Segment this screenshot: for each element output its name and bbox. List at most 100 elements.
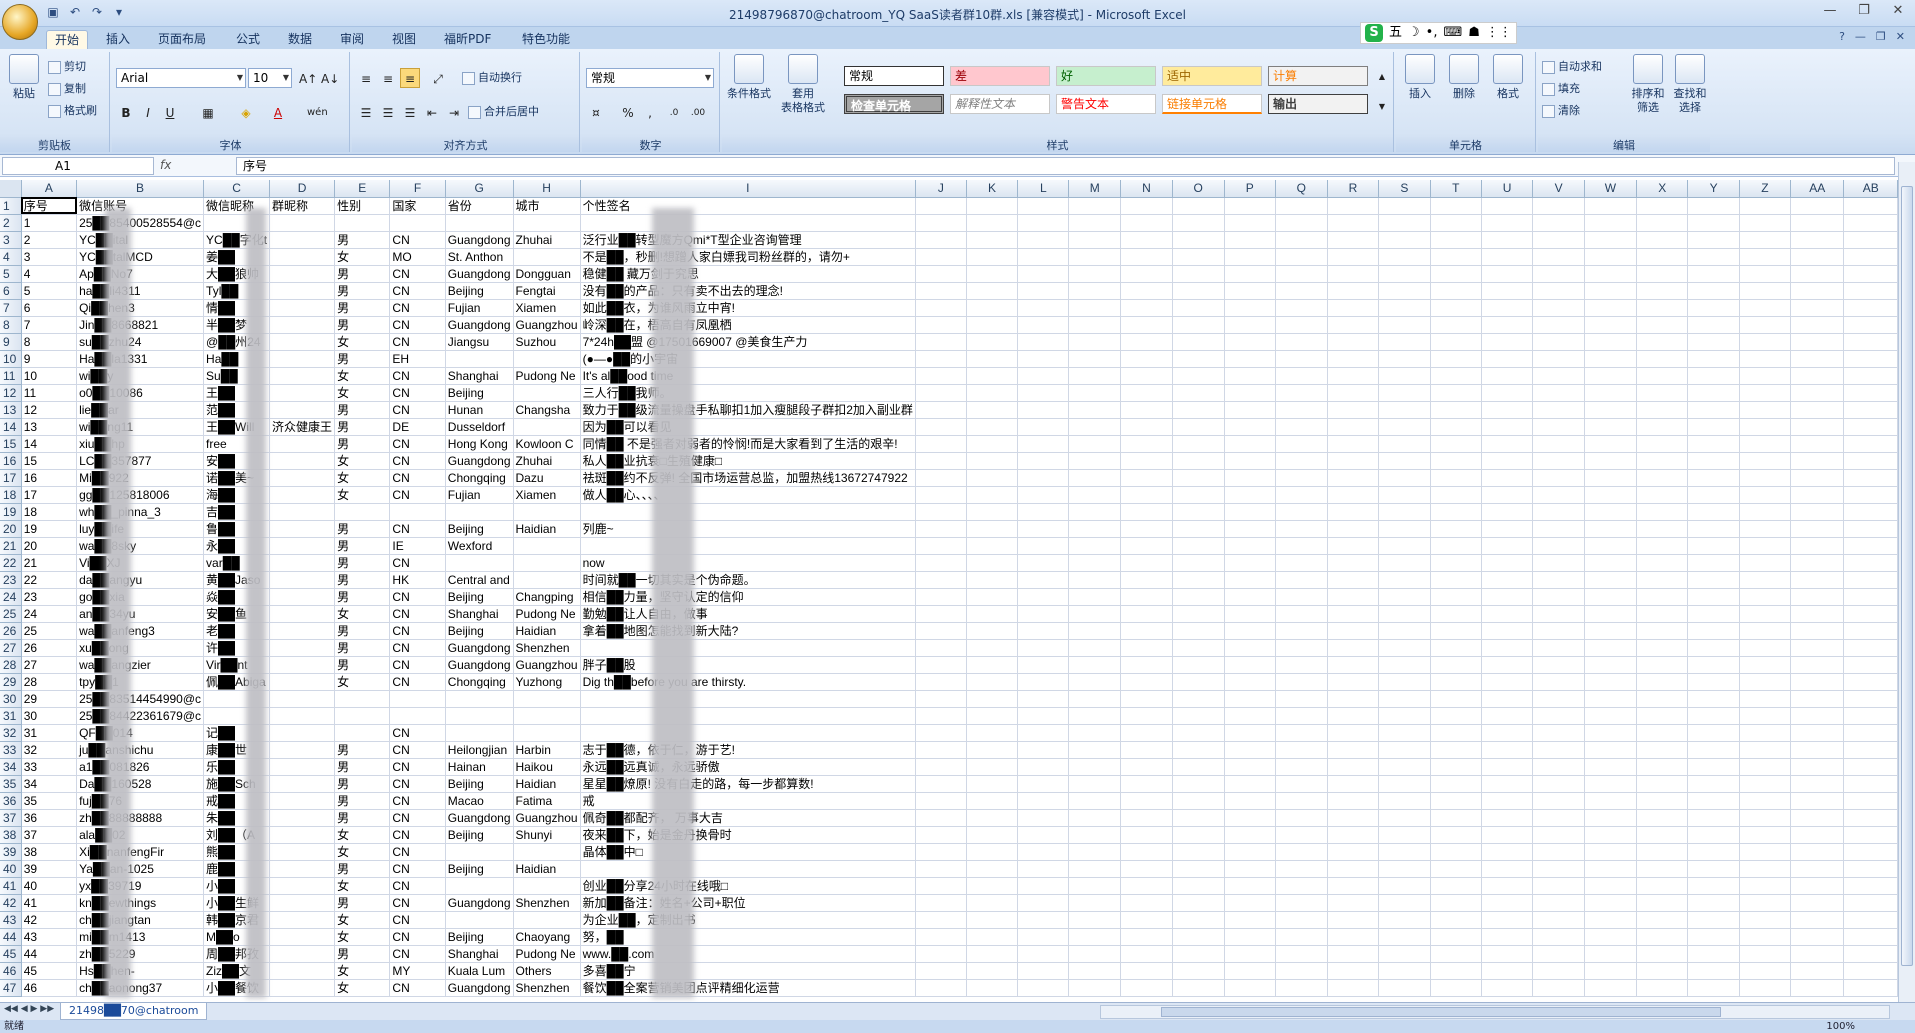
cell[interactable]: 女 [334,962,391,980]
cell[interactable] [1584,299,1638,317]
cell[interactable] [1068,622,1122,640]
cell[interactable]: 时间就██一切其实是个伪命题。 [580,571,916,589]
cell[interactable] [1275,435,1328,453]
cell[interactable] [1687,894,1740,912]
cell[interactable] [915,962,967,980]
cell[interactable] [1017,673,1070,691]
cell[interactable] [1843,384,1898,402]
cell[interactable] [1068,962,1122,980]
cell[interactable] [1068,724,1122,742]
cell[interactable] [966,367,1019,385]
styles-more-icon[interactable]: ▼ [1372,96,1392,116]
cell[interactable] [1739,588,1792,606]
cell[interactable] [1275,367,1328,385]
cell[interactable] [1584,248,1638,266]
ime-punct-icon[interactable]: •, [1426,24,1438,42]
cell[interactable]: 新加██备注：姓名+公司+职位 [580,894,916,912]
cell[interactable] [1532,503,1585,521]
conditional-format-button[interactable]: 条件格式 [726,54,772,101]
cell[interactable]: wh██_pinna_3 [76,503,205,521]
cell[interactable]: 31 [21,724,78,742]
cell[interactable] [1378,384,1431,402]
cell[interactable] [269,622,336,640]
cell[interactable] [1224,384,1276,402]
cell[interactable] [915,265,967,283]
cell[interactable] [1378,265,1431,283]
cell[interactable]: 29 [21,690,78,708]
row-header[interactable]: 16 [0,452,22,470]
cell[interactable] [1120,843,1173,861]
row-header[interactable]: 26 [0,622,22,640]
cell[interactable] [1843,979,1898,997]
align-center-icon[interactable]: ☰ [378,102,398,122]
cell[interactable]: Jin██8668821 [76,316,205,334]
cell[interactable] [966,673,1019,691]
cell[interactable] [1068,333,1122,351]
decrease-indent-icon[interactable]: ⇤ [422,102,442,122]
cell[interactable] [1481,945,1534,963]
cell[interactable] [1017,197,1070,215]
cell[interactable] [1430,792,1482,810]
cell[interactable] [1532,622,1585,640]
cell[interactable] [1172,231,1225,249]
cell[interactable] [966,758,1019,776]
cell[interactable]: CN [389,435,446,453]
cell[interactable] [1172,843,1225,861]
cell[interactable] [1843,673,1898,691]
cell[interactable] [966,520,1019,538]
row-header[interactable]: 29 [0,673,22,691]
cell[interactable] [1068,418,1122,436]
tab-home[interactable]: 开始 [46,30,89,49]
cell[interactable] [1636,197,1689,215]
clear-button[interactable]: 清除 [1542,102,1580,120]
cell[interactable]: CN [389,741,446,759]
cell[interactable]: 女 [334,367,391,385]
row-header[interactable]: 6 [0,282,22,300]
cell[interactable] [1636,911,1689,929]
cell[interactable] [915,911,967,929]
cell[interactable] [580,503,916,521]
cell[interactable] [1327,367,1380,385]
cell[interactable] [1017,299,1070,317]
cell[interactable] [269,639,336,657]
cell[interactable] [1120,911,1173,929]
cell[interactable] [1327,945,1380,963]
cell[interactable] [1172,537,1225,555]
cell[interactable] [1739,758,1792,776]
cell[interactable] [1068,945,1122,963]
cell[interactable] [269,605,336,623]
cell[interactable] [1017,214,1070,232]
cell[interactable] [1687,571,1740,589]
cell[interactable] [269,860,336,878]
cell[interactable]: da██angyu [76,571,205,589]
cell[interactable] [966,741,1019,759]
cell[interactable] [1687,214,1740,232]
column-header[interactable]: R [1327,180,1380,198]
cell[interactable] [1532,333,1585,351]
row-header[interactable]: 39 [0,843,22,861]
cell[interactable] [1790,248,1845,266]
cell[interactable] [1532,486,1585,504]
cell[interactable] [966,299,1019,317]
cell[interactable] [1687,486,1740,504]
cell[interactable]: CN [389,231,446,249]
cell[interactable] [1532,418,1585,436]
cell[interactable] [1739,656,1792,674]
cell[interactable] [269,401,336,419]
cell[interactable]: Heilongjian [445,741,514,759]
cell[interactable] [1584,911,1638,929]
cell[interactable] [269,350,336,368]
cell[interactable] [915,503,967,521]
cell[interactable] [1843,469,1898,487]
cell[interactable] [1120,197,1173,215]
cell[interactable]: luy██ife [76,520,205,538]
cell[interactable] [1378,367,1431,385]
cell[interactable] [1532,384,1585,402]
select-all-corner[interactable] [0,180,22,198]
cell[interactable]: 男 [334,231,391,249]
cell[interactable]: 夜来██下，始是金丹换骨时 [580,826,916,844]
cell[interactable]: 36 [21,809,78,827]
cell[interactable] [269,826,336,844]
column-header[interactable]: AB [1843,180,1898,198]
cell[interactable] [1120,282,1173,300]
